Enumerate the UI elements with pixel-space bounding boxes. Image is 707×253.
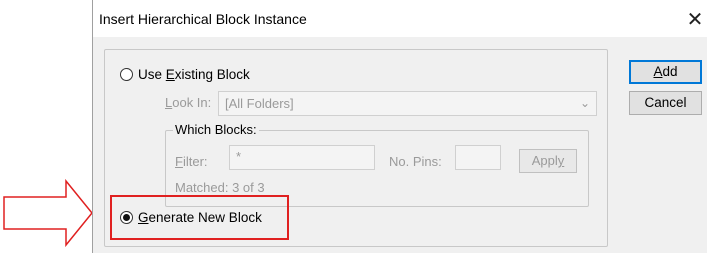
filter-input[interactable]: * — [229, 145, 375, 170]
filter-label: Filter: — [175, 154, 208, 169]
filter-value: * — [236, 149, 242, 164]
chevron-down-icon[interactable]: ⌄ — [580, 96, 590, 110]
look-in-label: Look In: — [165, 95, 212, 110]
title-bar: Insert Hierarchical Block Instance ✕ — [93, 0, 707, 37]
use-existing-radio[interactable] — [120, 68, 133, 81]
use-existing-block-option[interactable]: Use Existing Block — [120, 67, 250, 82]
apply-button[interactable]: Apply — [519, 149, 577, 173]
dialog-title: Insert Hierarchical Block Instance — [99, 11, 307, 27]
look-in-value: [All Folders] — [225, 96, 294, 111]
look-in-select[interactable]: [All Folders] ⌄ — [218, 91, 597, 116]
close-button[interactable]: ✕ — [682, 6, 707, 32]
add-button[interactable]: Add — [629, 60, 702, 84]
highlight-box — [110, 195, 289, 240]
use-existing-label[interactable]: Use Existing Block — [138, 67, 250, 82]
matched-count: Matched: 3 of 3 — [175, 180, 265, 195]
right-arrow-icon — [3, 178, 93, 248]
no-pins-input[interactable] — [455, 145, 501, 170]
no-pins-label: No. Pins: — [389, 154, 442, 169]
which-blocks-label: Which Blocks: — [173, 122, 259, 137]
cancel-button[interactable]: Cancel — [629, 91, 702, 115]
